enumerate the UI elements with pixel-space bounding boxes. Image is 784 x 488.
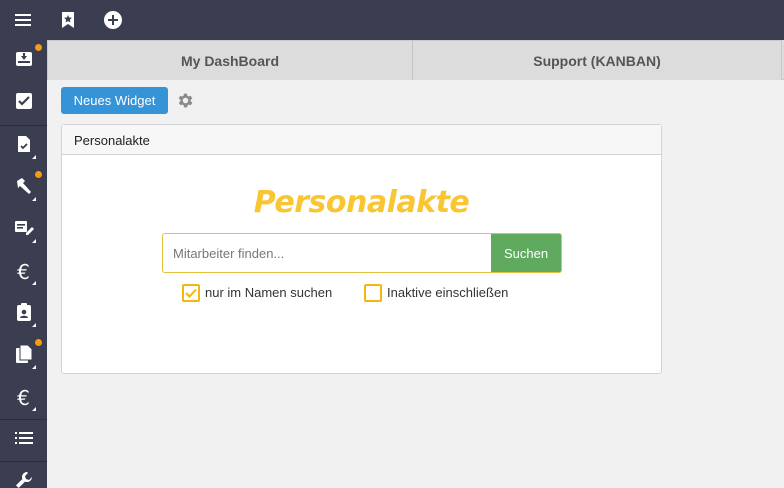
wrench-icon [14, 470, 34, 488]
sidebar-item-tasks[interactable] [0, 82, 47, 124]
submenu-corner [32, 239, 36, 243]
submenu-corner [32, 155, 36, 159]
edit-list-icon [14, 219, 34, 242]
hamburger-menu-icon[interactable] [11, 8, 35, 32]
include-inactive-label: Inaktive einschließen [387, 285, 509, 300]
tab-my-dashboard[interactable]: My DashBoard [47, 40, 413, 80]
plus-circle-icon[interactable] [101, 8, 125, 32]
document-check-icon [16, 135, 32, 158]
sidebar-item-edit-list[interactable] [0, 209, 47, 251]
include-inactive-checkbox[interactable] [364, 284, 382, 302]
widget-title: Personalakte [253, 185, 470, 220]
sidebar-item-files[interactable] [0, 335, 47, 377]
sidebar-item-tools[interactable] [0, 167, 47, 209]
submenu-corner [32, 281, 36, 285]
checkbox-icon [15, 92, 33, 115]
sidebar-item-settings[interactable] [0, 461, 47, 488]
new-widget-button[interactable]: Neues Widget [61, 87, 168, 114]
list-icon [14, 431, 33, 450]
gear-icon[interactable] [176, 91, 195, 110]
check-icon [185, 288, 197, 298]
sidebar-item-finance[interactable]: € [0, 251, 47, 293]
sidebar-item-documents[interactable] [0, 125, 47, 167]
notification-dot [35, 44, 42, 51]
euro-icon: € [17, 386, 30, 410]
tab-support-kanban[interactable]: Support (KANBAN) [413, 40, 782, 80]
search-button[interactable]: Suchen [491, 233, 562, 273]
submenu-corner [32, 407, 36, 411]
euro-icon: € [17, 260, 30, 284]
sidebar-item-finance-2[interactable]: € [0, 377, 47, 419]
submenu-corner [32, 323, 36, 327]
hammer-icon [14, 176, 34, 201]
bookmark-star-icon[interactable] [56, 8, 80, 32]
personalakte-widget: Personalakte Personalakte Suchen nur im … [61, 124, 662, 374]
employee-search-input[interactable] [162, 233, 492, 273]
submenu-corner [32, 197, 36, 201]
sidebar-item-inbox[interactable] [0, 40, 47, 82]
sidebar-item-clipboard[interactable] [0, 293, 47, 335]
name-only-label: nur im Namen suchen [205, 285, 333, 300]
sidebar-item-list[interactable] [0, 419, 47, 461]
documents-icon [15, 344, 33, 369]
sidebar: € € [0, 40, 47, 488]
notification-dot [35, 171, 42, 178]
top-bar [0, 0, 784, 40]
name-only-checkbox[interactable] [182, 284, 200, 302]
notification-dot [35, 339, 42, 346]
widget-header: Personalakte [62, 125, 661, 155]
inbox-download-icon [15, 50, 33, 73]
submenu-corner [32, 365, 36, 369]
clipboard-user-icon [16, 302, 32, 326]
dashboard-tabs: My DashBoard Support (KANBAN) [47, 40, 784, 80]
